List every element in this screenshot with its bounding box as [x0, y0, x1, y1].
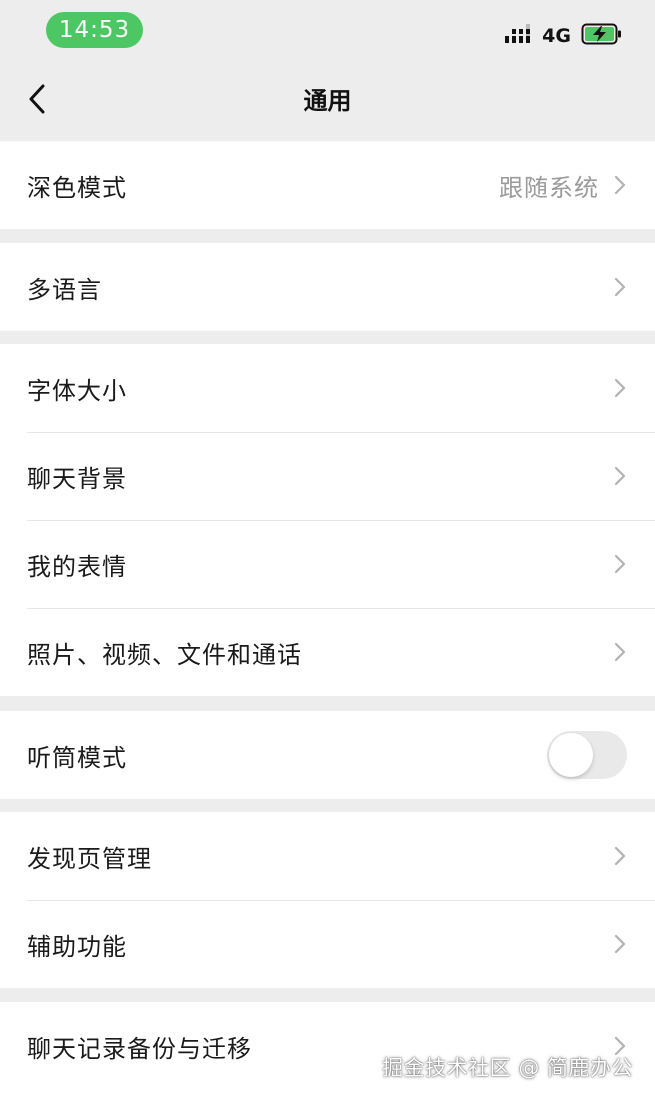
- earpiece-mode-toggle[interactable]: [547, 731, 627, 779]
- row-label: 多语言: [27, 275, 102, 304]
- status-bar: 14:53 4G: [0, 0, 655, 62]
- row-font-size[interactable]: 字体大小: [0, 344, 655, 432]
- row-label: 聊天背景: [27, 464, 127, 493]
- row-label: 辅助功能: [27, 932, 127, 961]
- network-type: 4G: [542, 25, 571, 47]
- toggle-knob: [549, 733, 593, 777]
- row-label: 深色模式: [27, 173, 127, 202]
- chevron-right-icon: [613, 174, 627, 196]
- page-title: 通用: [303, 87, 352, 115]
- status-indicators: 4G: [504, 22, 623, 50]
- row-label: 听筒模式: [27, 743, 127, 772]
- row-my-stickers[interactable]: 我的表情: [0, 520, 655, 608]
- row-earpiece-mode: 听筒模式: [0, 711, 655, 799]
- chevron-right-icon: [613, 845, 627, 867]
- row-accessibility[interactable]: 辅助功能: [0, 900, 655, 988]
- row-label: 发现页管理: [27, 844, 152, 873]
- settings-group-chat: 字体大小 聊天背景 我的表情 照片、视频、文件和通话: [0, 344, 655, 696]
- status-time: 14:53: [46, 12, 143, 48]
- row-discover-management[interactable]: 发现页管理: [0, 812, 655, 900]
- chevron-right-icon: [613, 933, 627, 955]
- nav-bar: 通用: [0, 62, 655, 140]
- row-label: 照片、视频、文件和通话: [27, 640, 302, 669]
- chevron-right-icon: [613, 276, 627, 298]
- battery-charging-icon: [581, 22, 623, 50]
- row-chat-background[interactable]: 聊天背景: [0, 432, 655, 520]
- settings-group-display: 深色模式 跟随系统: [0, 141, 655, 229]
- chevron-right-icon: [613, 465, 627, 487]
- chevron-right-icon: [613, 641, 627, 663]
- settings-group-discover: 发现页管理 辅助功能: [0, 812, 655, 988]
- row-language[interactable]: 多语言: [0, 243, 655, 331]
- row-media-files-calls[interactable]: 照片、视频、文件和通话: [0, 608, 655, 696]
- row-value: 跟随系统: [499, 173, 599, 202]
- row-label: 字体大小: [27, 376, 127, 405]
- row-label: 我的表情: [27, 552, 127, 581]
- chevron-right-icon: [613, 553, 627, 575]
- watermark: 掘金技术社区 @ 简鹿办公: [382, 1056, 633, 1080]
- settings-group-language: 多语言: [0, 243, 655, 331]
- settings-group-earpiece: 听筒模式: [0, 711, 655, 799]
- signal-icon: [504, 24, 532, 48]
- chevron-right-icon: [613, 377, 627, 399]
- row-dark-mode[interactable]: 深色模式 跟随系统: [0, 141, 655, 229]
